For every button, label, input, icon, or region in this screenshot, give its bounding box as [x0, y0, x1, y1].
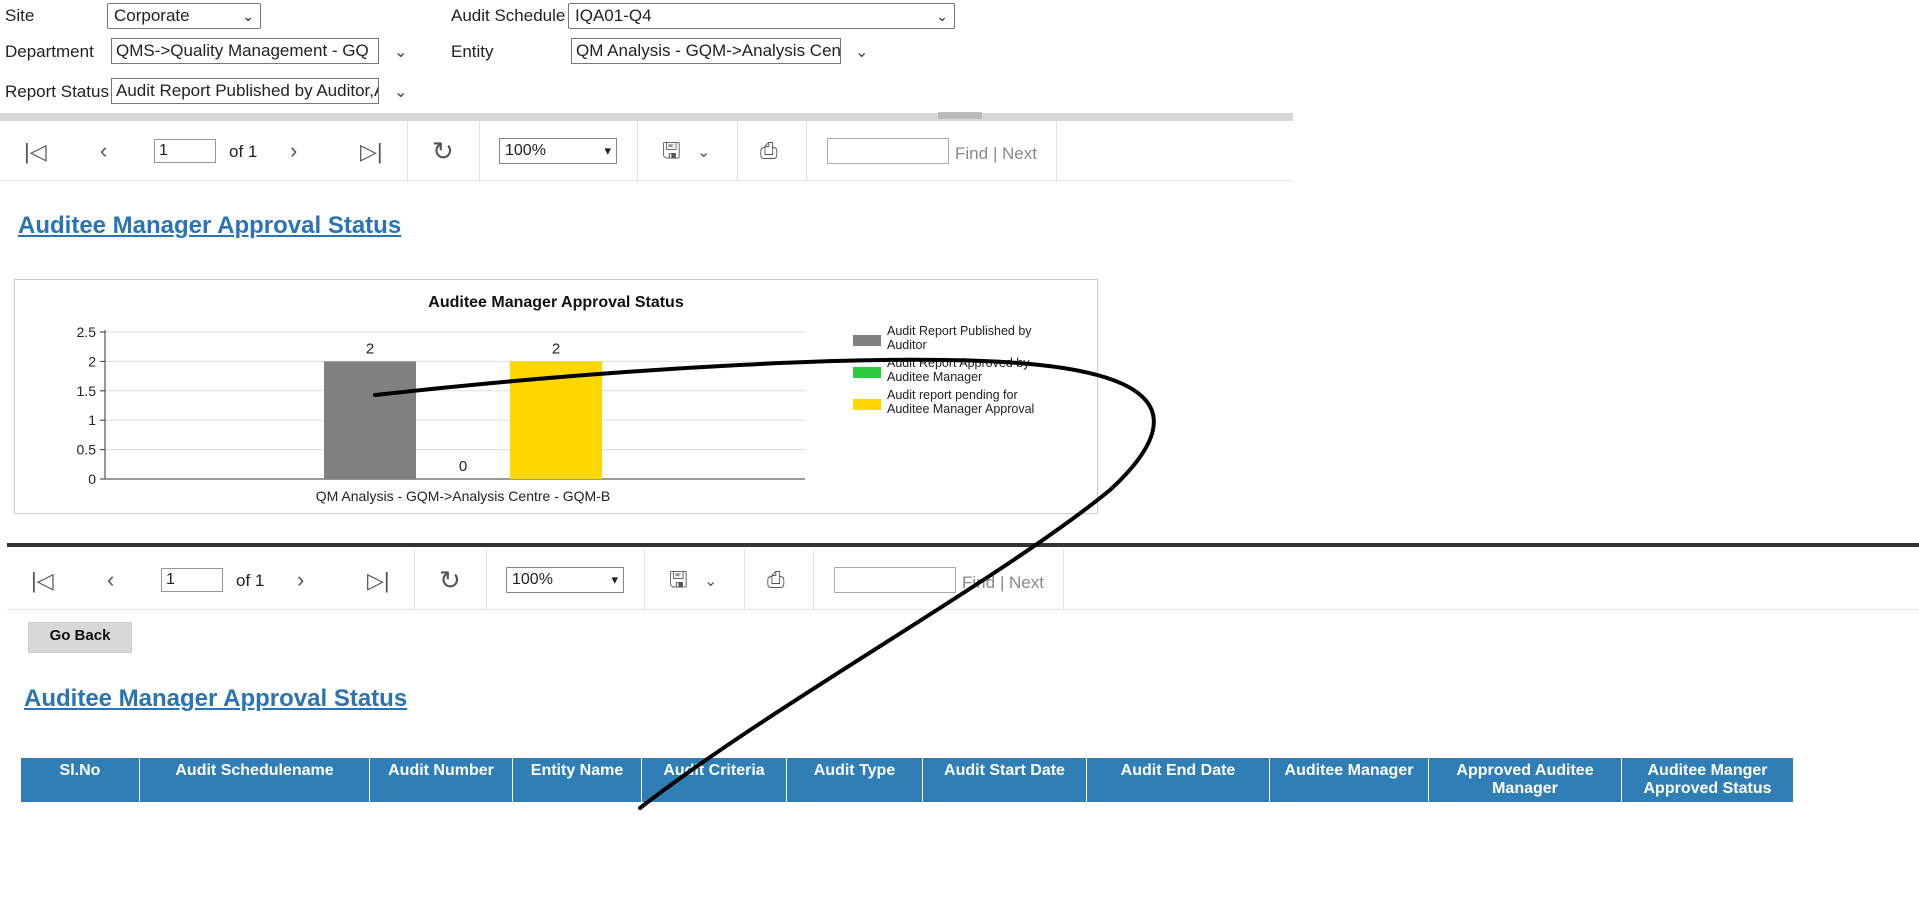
- column-header: Audit Start Date: [922, 757, 1087, 803]
- chart-container: Auditee Manager Approval Status 0 0.5 1 1.5 2…: [14, 279, 1098, 514]
- find-input[interactable]: [827, 138, 949, 164]
- column-header: Audit Schedulename: [139, 757, 370, 803]
- next-page-icon[interactable]: ›: [297, 569, 304, 591]
- report-title[interactable]: Auditee Manager Approval Status: [18, 212, 401, 240]
- chart-bar: [324, 361, 416, 479]
- find-divider: |: [993, 144, 998, 163]
- column-header: Audit Criteria: [641, 757, 787, 803]
- refresh-icon[interactable]: ↻: [439, 567, 461, 593]
- collapse-handle[interactable]: [938, 112, 982, 119]
- print-icon[interactable]: ⎙: [760, 140, 778, 162]
- report-status-field[interactable]: Audit Report Published by Auditor,A: [111, 78, 379, 104]
- department-field[interactable]: QMS->Quality Management - GQ: [111, 38, 379, 64]
- column-header: Auditee Manger Approved Status: [1621, 757, 1794, 803]
- y-tick-label: 1: [88, 412, 96, 428]
- report-status-label: Report Status: [5, 82, 109, 101]
- chart-title: Auditee Manager Approval Status: [428, 294, 684, 311]
- save-icon[interactable]: 🖫: [669, 569, 688, 591]
- next-link[interactable]: Next: [1002, 144, 1037, 164]
- last-page-icon[interactable]: ▷|: [360, 141, 383, 163]
- zoom-select[interactable]: 100% ▾: [506, 567, 624, 593]
- find-divider: |: [1000, 573, 1005, 592]
- page-number-input[interactable]: 1: [154, 139, 216, 163]
- next-page-icon[interactable]: ›: [290, 140, 297, 162]
- legend-swatch: [853, 367, 881, 378]
- y-tick-label: 2.5: [77, 324, 97, 340]
- find-input[interactable]: [834, 567, 956, 593]
- print-icon[interactable]: ⎙: [767, 569, 785, 591]
- last-page-icon[interactable]: ▷|: [367, 570, 390, 592]
- chevron-down-icon: ⌄: [242, 8, 254, 24]
- entity-field[interactable]: QM Analysis - GQM->Analysis Cent: [571, 38, 841, 64]
- save-dropdown-icon[interactable]: ⌄: [697, 142, 710, 164]
- entity-dropdown-icon[interactable]: ⌄: [855, 42, 868, 62]
- department-dropdown-icon[interactable]: ⌄: [394, 42, 407, 62]
- chevron-down-icon: ▾: [604, 143, 611, 158]
- column-header: Sl.No: [20, 757, 140, 803]
- legend-swatch: [853, 399, 881, 410]
- next-link[interactable]: Next: [1009, 573, 1044, 593]
- page-number-input[interactable]: 1: [161, 568, 223, 592]
- data-label: 2: [366, 340, 374, 357]
- find-link[interactable]: Find: [962, 573, 995, 593]
- data-label: 0: [459, 458, 467, 475]
- legend-label: Auditee Manager Approval: [887, 402, 1034, 416]
- legend-swatch: [853, 335, 881, 346]
- legend-label: Audit Report Published by: [887, 324, 1032, 338]
- column-header: Entity Name: [512, 757, 642, 803]
- frame-divider: [7, 543, 1919, 547]
- table-header-row: Sl.No Audit Schedulename Audit Number En…: [20, 757, 1794, 803]
- report-toolbar-top: |◁ ‹ 1 of 1 › ▷| ↻ 100% ▾ 🖫 ⌄ ⎙ Find | Ne…: [0, 120, 1060, 182]
- chart-bar: [510, 361, 602, 479]
- y-tick-label: 1.5: [77, 383, 97, 399]
- report-toolbar-bottom: |◁ ‹ 1 of 1 › ▷| ↻ 100% ▾ 🖫 ⌄ ⎙ Find | Ne…: [7, 549, 1067, 611]
- previous-page-icon[interactable]: ‹: [100, 140, 107, 162]
- zoom-value: 100%: [512, 571, 553, 588]
- refresh-icon[interactable]: ↻: [432, 138, 454, 164]
- save-dropdown-icon[interactable]: ⌄: [704, 571, 717, 593]
- column-header: Audit End Date: [1086, 757, 1270, 803]
- column-header: Audit Number: [369, 757, 513, 803]
- site-select-value: Corporate: [114, 6, 190, 25]
- y-tick-label: 2: [88, 353, 96, 369]
- department-label: Department: [5, 42, 94, 61]
- legend-label: Auditor: [887, 338, 927, 352]
- column-header: Auditee Manager: [1269, 757, 1429, 803]
- first-page-icon[interactable]: |◁: [24, 141, 47, 163]
- page-count: of 1: [229, 142, 258, 161]
- entity-label: Entity: [451, 42, 494, 61]
- audit-schedule-label: Audit Schedule: [451, 6, 566, 25]
- page-count: of 1: [236, 571, 265, 590]
- find-link[interactable]: Find: [955, 144, 988, 164]
- save-icon[interactable]: 🖫: [662, 140, 681, 162]
- audit-schedule-select[interactable]: IQA01-Q4 ⌄: [568, 3, 955, 29]
- zoom-value: 100%: [505, 142, 546, 159]
- column-header: Approved Auditee Manager: [1428, 757, 1622, 803]
- report-status-dropdown-icon[interactable]: ⌄: [394, 82, 407, 102]
- legend-label: Auditee Manager: [887, 370, 982, 384]
- chevron-down-icon: ⌄: [936, 8, 948, 24]
- previous-page-icon[interactable]: ‹: [107, 569, 114, 591]
- go-back-button[interactable]: Go Back: [28, 622, 132, 653]
- legend-label: Audit report pending for: [887, 388, 1018, 402]
- approval-status-table: Sl.No Audit Schedulename Audit Number En…: [20, 757, 1794, 803]
- site-select[interactable]: Corporate ⌄: [107, 3, 261, 29]
- y-tick-label: 0: [88, 471, 96, 487]
- x-category-label: QM Analysis - GQM->Analysis Centre - GQM…: [316, 488, 610, 504]
- zoom-select[interactable]: 100% ▾: [499, 138, 617, 164]
- data-label: 2: [552, 340, 560, 357]
- bar-chart: Auditee Manager Approval Status 0 0.5 1 1.5 2…: [77, 294, 1035, 504]
- y-tick-label: 0.5: [77, 442, 97, 458]
- bottom-report-title[interactable]: Auditee Manager Approval Status: [24, 685, 407, 713]
- audit-schedule-value: IQA01-Q4: [575, 6, 652, 25]
- site-label: Site: [5, 6, 35, 25]
- chevron-down-icon: ▾: [611, 572, 618, 587]
- first-page-icon[interactable]: |◁: [31, 570, 54, 592]
- column-header: Audit Type: [786, 757, 923, 803]
- legend-label: Audit Report Approved by: [887, 356, 1030, 370]
